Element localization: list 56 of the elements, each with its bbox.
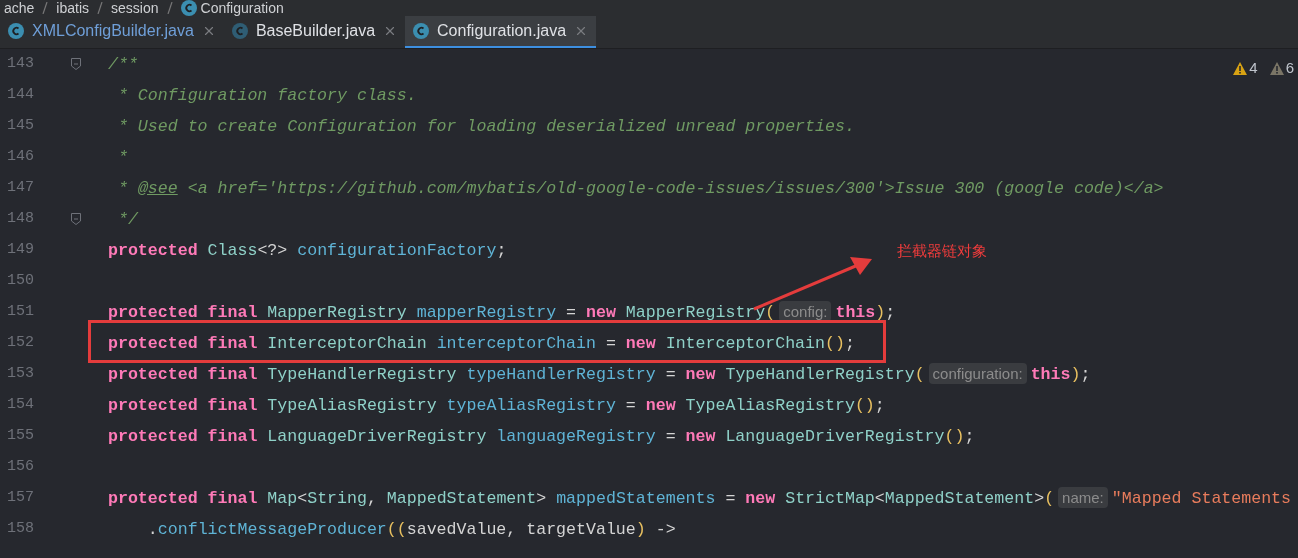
parameter-hint: name:: [1058, 487, 1108, 508]
line-number: 150: [6, 271, 34, 292]
annotation-text: 拦截器链对象: [897, 241, 987, 261]
line-number: 153: [6, 364, 34, 385]
warning-icon[interactable]: [1269, 61, 1284, 75]
code-line: protected final Map<String, MappedStatement> mappedStatements = new StrictMap<MappedStatement>( name: "Mapped Statements: [108, 488, 1292, 509]
class-icon: [231, 23, 248, 39]
line-number: 146: [6, 147, 34, 168]
breadcrumb-item[interactable]: session: [111, 0, 159, 16]
code-line: * @see <a href='https://github.com/mybatis/old-google-code-issues/issues/300'>Issue 300 (google code)</a>: [116, 178, 1164, 199]
warning-count: 4: [1249, 58, 1258, 78]
line-number: 145: [6, 116, 34, 137]
line-number: 154: [6, 395, 34, 416]
file-tab[interactable]: BaseBuilder.java: [223, 16, 406, 48]
line-number: 155: [6, 426, 34, 447]
line-number: 151: [6, 302, 34, 323]
code-line: .conflictMessageProducer((savedValue, targetValue) ->: [146, 519, 676, 540]
breadcrumb-item[interactable]: ibatis: [56, 0, 90, 16]
code-line: /**: [108, 54, 138, 75]
code-line: protected final LanguageDriverRegistry languageRegistry = new LanguageDriverRegistry();: [108, 426, 975, 447]
fold-icon[interactable]: [71, 212, 81, 225]
line-number: 158: [6, 519, 34, 540]
code-line: protected Class<?> configurationFactory;: [108, 240, 507, 261]
line-number: 148: [6, 209, 34, 230]
parameter-hint: configuration:: [928, 363, 1027, 384]
line-number: 156: [6, 457, 34, 478]
line-number: 144: [6, 85, 34, 106]
line-number: 149: [6, 240, 34, 261]
separator-icon: [42, 2, 49, 14]
tab-label: XMLConfigBuilder.java: [32, 21, 194, 41]
line-number: 143: [6, 54, 34, 75]
fold-icon[interactable]: [71, 57, 81, 70]
code-line: protected final TypeAliasRegistry typeAliasRegistry = new TypeAliasRegistry();: [108, 395, 885, 416]
warning-icon[interactable]: [1233, 61, 1248, 75]
line-number: 152: [6, 333, 34, 354]
tab-label: BaseBuilder.java: [255, 21, 376, 41]
code-line: protected final InterceptorChain interceptorChain = new InterceptorChain();: [108, 333, 855, 354]
code-line: *: [116, 147, 128, 168]
tab-label: Configuration.java: [437, 21, 567, 41]
breadcrumb-item[interactable]: ache: [4, 0, 35, 16]
code-line: protected final TypeHandlerRegistry typeHandlerRegistry = new TypeHandlerRegistry( configuration: this);: [108, 364, 1091, 385]
file-tab[interactable]: Configuration.java: [405, 16, 597, 48]
class-icon: [413, 23, 430, 39]
class-icon: [8, 23, 24, 39]
code-line: * Configuration factory class.: [116, 85, 417, 106]
file-tab[interactable]: XMLConfigBuilder.java: [0, 16, 224, 48]
code-line: */: [116, 209, 138, 230]
breadcrumb-item[interactable]: Configuration: [200, 0, 284, 16]
line-number: 147: [6, 178, 34, 199]
warning-count: 6: [1285, 58, 1294, 78]
code-line: protected final MapperRegistry mapperRegistry = new MapperRegistry( config: this);: [108, 302, 896, 323]
line-number: 157: [6, 488, 34, 509]
code-line: * Used to create Configuration for loading deserialized unread properties.: [116, 116, 855, 137]
parameter-hint: config:: [779, 301, 832, 322]
separator-icon: [97, 2, 104, 14]
separator-icon: [166, 2, 173, 14]
